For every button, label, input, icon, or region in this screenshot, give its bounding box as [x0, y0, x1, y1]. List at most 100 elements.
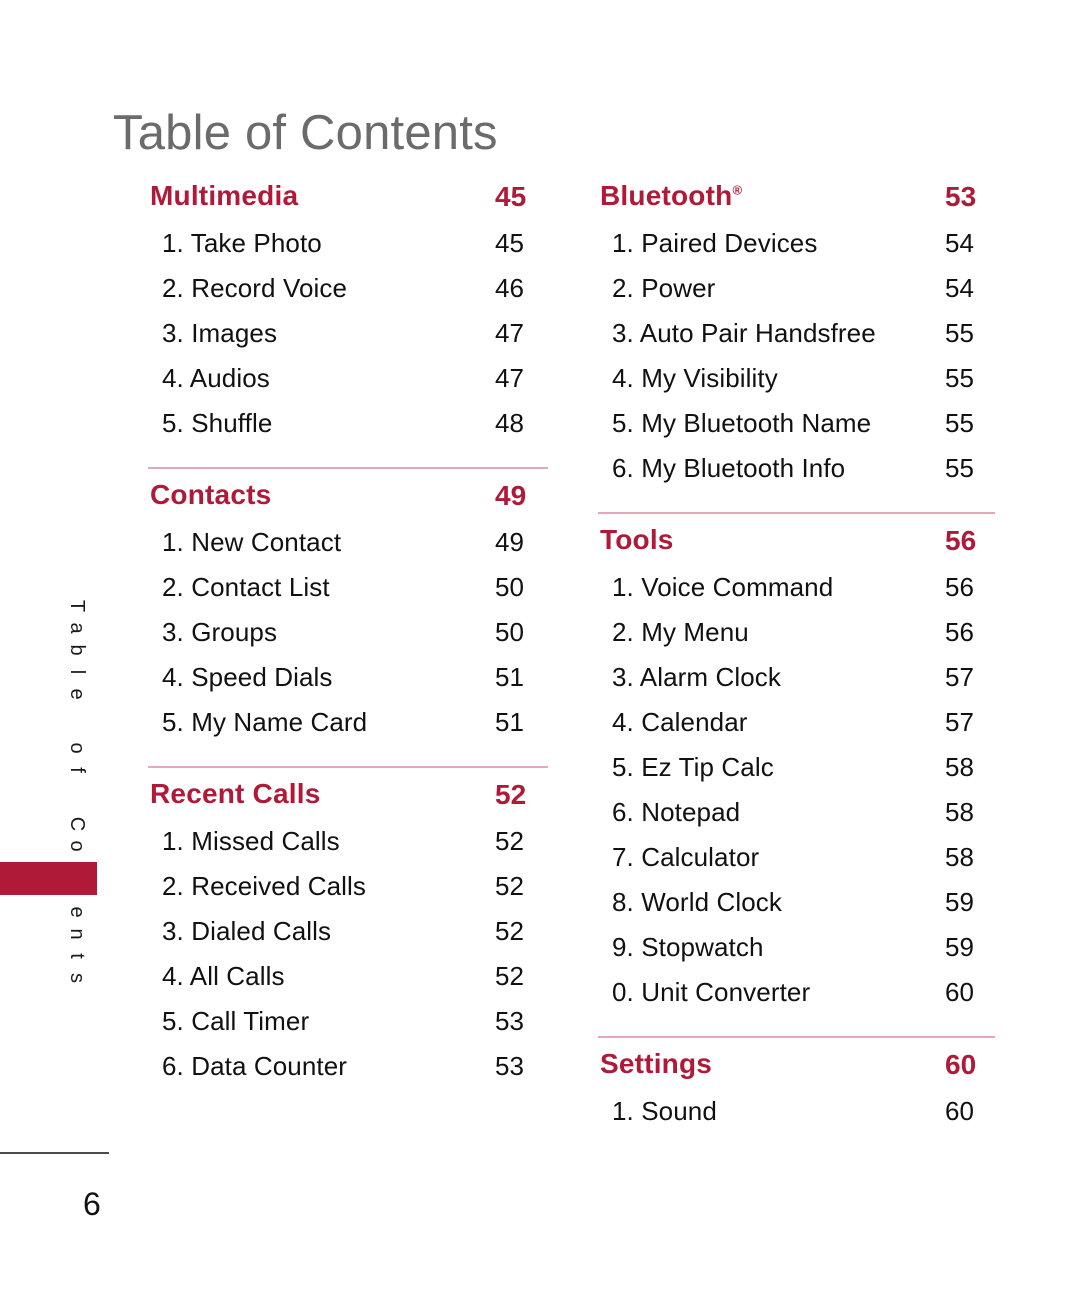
toc-entry[interactable]: 9. Stopwatch 59 — [598, 932, 995, 977]
toc-entry[interactable]: 8. World Clock 59 — [598, 887, 995, 932]
toc-entry-label: 3. Groups — [162, 617, 278, 647]
toc-entry-label: 5. My Name Card — [162, 707, 368, 737]
toc-entry[interactable]: 2. Received Calls 52 — [148, 871, 548, 916]
toc-entry-label: 7. Calculator — [612, 842, 760, 872]
section-heading[interactable]: Recent Calls 52 — [148, 778, 548, 822]
toc-entry-label: 2. Power — [612, 273, 716, 303]
section-heading[interactable]: Contacts 49 — [148, 479, 548, 523]
toc-entry-page: 52 — [495, 871, 524, 901]
toc-entry[interactable]: 2. My Menu 56 — [598, 617, 995, 662]
toc-entry[interactable]: 7. Calculator 58 — [598, 842, 995, 887]
toc-entry[interactable]: 3. Images 47 — [148, 318, 548, 363]
toc-entry[interactable]: 0. Unit Converter 60 — [598, 977, 995, 1022]
toc-entry-list: 1. Missed Calls 52 2. Received Calls 52 3. D… — [148, 826, 548, 1096]
toc-section: Bluetooth® 53 1. Paired Devices 54 2. Power 5… — [598, 180, 995, 498]
section-heading-page: 52 — [495, 779, 527, 810]
toc-entry-label: 3. Dialed Calls — [162, 916, 332, 946]
toc-entry[interactable]: 1. Take Photo 45 — [148, 228, 548, 273]
section-heading[interactable]: Tools 56 — [598, 524, 995, 568]
section-heading-label: Settings — [600, 1048, 713, 1079]
toc-entry[interactable]: 3. Dialed Calls 52 — [148, 916, 548, 961]
toc-entry[interactable]: 1. Sound 60 — [598, 1096, 995, 1141]
toc-entry[interactable]: 2. Record Voice 46 — [148, 273, 548, 318]
toc-entry-label: 0. Unit Converter — [612, 977, 811, 1007]
toc-entry-page: 55 — [945, 318, 974, 348]
section-divider — [598, 1036, 995, 1038]
toc-entry[interactable]: 4. All Calls 52 — [148, 961, 548, 1006]
toc-entry-page: 56 — [945, 572, 974, 602]
toc-entry[interactable]: 4. Speed Dials 51 — [148, 662, 548, 707]
toc-entry-page: 59 — [945, 887, 974, 917]
toc-entry-label: 1. Take Photo — [162, 228, 322, 258]
registered-trademark-icon: ® — [732, 182, 743, 198]
toc-entry-page: 53 — [495, 1051, 524, 1081]
toc-entry[interactable]: 5. Shuffle 48 — [148, 408, 548, 453]
toc-entry-page: 50 — [495, 572, 524, 602]
toc-entry[interactable]: 1. Missed Calls 52 — [148, 826, 548, 871]
toc-entry[interactable]: 2. Power 54 — [598, 273, 995, 318]
toc-entry-page: 58 — [945, 797, 974, 827]
toc-entry-label: 6. Data Counter — [162, 1051, 348, 1081]
toc-entry-page: 46 — [495, 273, 524, 303]
toc-entry[interactable]: 6. Data Counter 53 — [148, 1051, 548, 1096]
toc-entry[interactable]: 1. Paired Devices 54 — [598, 228, 995, 273]
toc-entry-label: 5. Call Timer — [162, 1006, 310, 1036]
toc-entry[interactable]: 1. New Contact 49 — [148, 527, 548, 572]
toc-column-right: Bluetooth® 53 1. Paired Devices 54 2. Power 5… — [598, 180, 995, 1141]
toc-section: Tools 56 1. Voice Command 56 2. My Menu 56 3. … — [598, 512, 995, 1022]
toc-entry-label: 9. Stopwatch — [612, 932, 764, 962]
toc-entry[interactable]: 6. My Bluetooth Info 55 — [598, 453, 995, 498]
toc-entry[interactable]: 3. Groups 50 — [148, 617, 548, 662]
toc-entry-label: 1. Missed Calls — [162, 826, 340, 856]
toc-entry-list: 1. Take Photo 45 2. Record Voice 46 3. Image… — [148, 228, 548, 453]
toc-entry-page: 51 — [495, 662, 524, 692]
toc-entry[interactable]: 1. Voice Command 56 — [598, 572, 995, 617]
section-heading[interactable]: Multimedia 45 — [148, 180, 548, 224]
toc-entry[interactable]: 4. Calendar 57 — [598, 707, 995, 752]
toc-entry-label: 4. Calendar — [612, 707, 748, 737]
toc-entry[interactable]: 4. Audios 47 — [148, 363, 548, 408]
toc-entry[interactable]: 3. Auto Pair Handsfree 55 — [598, 318, 995, 363]
toc-section: Settings 60 1. Sound 60 — [598, 1036, 995, 1141]
section-heading-page: 60 — [945, 1049, 977, 1080]
toc-entry[interactable]: 5. My Name Card 51 — [148, 707, 548, 752]
toc-entry-label: 4. Speed Dials — [162, 662, 333, 692]
page-number: 6 — [83, 1186, 101, 1222]
section-heading-page: 56 — [945, 525, 977, 556]
toc-entry-page: 59 — [945, 932, 974, 962]
section-heading[interactable]: Settings 60 — [598, 1048, 995, 1092]
toc-entry-page: 58 — [945, 842, 974, 872]
toc-entry[interactable]: 5. Call Timer 53 — [148, 1006, 548, 1051]
toc-entry-page: 53 — [495, 1006, 524, 1036]
toc-entry-page: 60 — [945, 977, 974, 1007]
toc-entry-label: 3. Auto Pair Handsfree — [612, 318, 876, 348]
toc-entry-page: 52 — [495, 961, 524, 991]
toc-entry-list: 1. New Contact 49 2. Contact List 50 3. Grou… — [148, 527, 548, 752]
toc-entry-label: 5. My Bluetooth Name — [612, 408, 872, 438]
toc-entry-page: 56 — [945, 617, 974, 647]
toc-entry-label: 4. All Calls — [162, 961, 285, 991]
toc-column-left: Multimedia 45 1. Take Photo 45 2. Record Voi… — [148, 180, 548, 1096]
section-heading-page: 45 — [495, 181, 527, 212]
section-heading-label: Recent Calls — [150, 778, 321, 809]
section-heading-label: Bluetooth® — [600, 180, 743, 211]
toc-entry-label: 1. Voice Command — [612, 572, 834, 602]
toc-entry[interactable]: 5. My Bluetooth Name 55 — [598, 408, 995, 453]
toc-entry-page: 47 — [495, 318, 524, 348]
toc-entry[interactable]: 4. My Visibility 55 — [598, 363, 995, 408]
toc-entry-label: 1. Paired Devices — [612, 228, 818, 258]
section-heading-label: Contacts — [150, 479, 272, 510]
toc-entry-label: 1. Sound — [612, 1096, 717, 1126]
toc-entry-label: 2. Received Calls — [162, 871, 367, 901]
section-heading-label: Tools — [600, 524, 674, 555]
toc-entry[interactable]: 6. Notepad 58 — [598, 797, 995, 842]
toc-entry-list: 1. Paired Devices 54 2. Power 54 3. Auto Pai… — [598, 228, 995, 498]
toc-entry[interactable]: 5. Ez Tip Calc 58 — [598, 752, 995, 797]
toc-entry[interactable]: 2. Contact List 50 — [148, 572, 548, 617]
toc-entry-list: 1. Voice Command 56 2. My Menu 56 3. Alarm C… — [598, 572, 995, 1022]
section-heading[interactable]: Bluetooth® 53 — [598, 180, 995, 224]
toc-entry[interactable]: 3. Alarm Clock 57 — [598, 662, 995, 707]
toc-entry-label: 1. New Contact — [162, 527, 342, 557]
toc-entry-label: 4. Audios — [162, 363, 270, 393]
section-divider — [148, 766, 548, 768]
